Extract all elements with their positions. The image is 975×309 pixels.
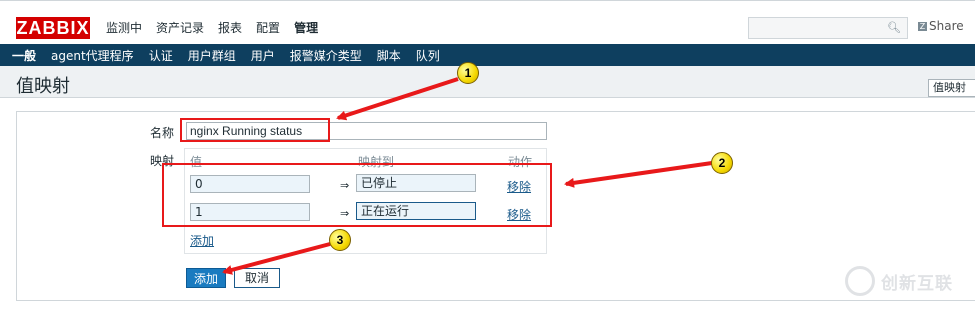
step-badge-3: 3 <box>329 229 351 251</box>
arrow-1 <box>336 77 459 121</box>
watermark: 创新互联 <box>845 266 953 296</box>
watermark-text: 创新互联 <box>881 273 953 294</box>
step-badge-2: 2 <box>711 152 733 174</box>
watermark-logo-icon <box>845 266 875 296</box>
step-badge-1: 1 <box>457 62 479 84</box>
annotation-arrows <box>222 77 713 275</box>
arrow-2 <box>564 161 713 188</box>
arrow-3 <box>222 242 331 275</box>
